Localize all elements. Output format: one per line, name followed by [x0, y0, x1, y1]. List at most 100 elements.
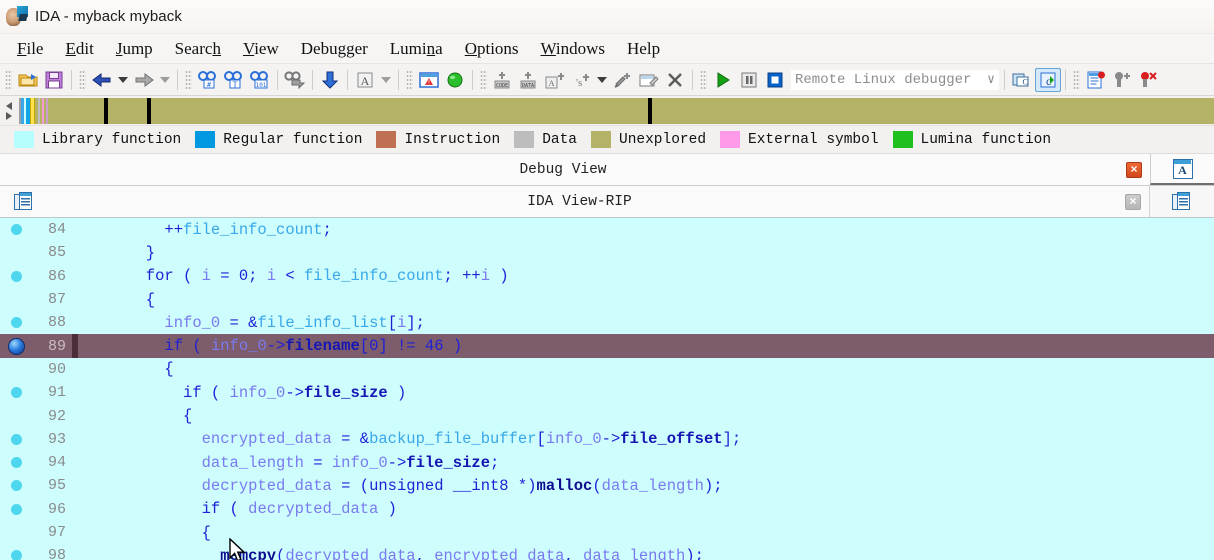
make-string-chevron-down-icon[interactable]: [594, 68, 610, 92]
code-text[interactable]: }: [78, 244, 155, 262]
code-token[interactable]: [90, 430, 202, 448]
code-token[interactable]: i: [202, 267, 211, 285]
code-token[interactable]: info_0: [230, 384, 286, 402]
toolbar-grip-search[interactable]: [185, 69, 192, 90]
code-token[interactable]: decrypted_data: [285, 547, 415, 560]
code-token[interactable]: if: [183, 384, 202, 402]
code-line[interactable]: 95 decrypted_data = (unsigned __int8 *)m…: [0, 474, 1214, 497]
code-token[interactable]: file_size: [406, 454, 490, 472]
code-gutter[interactable]: [0, 457, 32, 469]
jump-to-address-icon[interactable]: [317, 68, 343, 92]
jump-forward-icon[interactable]: [131, 68, 157, 92]
code-token[interactable]: ;: [490, 454, 499, 472]
code-token[interactable]: }: [90, 244, 155, 262]
code-token[interactable]: <: [276, 267, 304, 285]
nav-next-icon[interactable]: [6, 111, 12, 120]
make-data-icon[interactable]: DATA: [516, 68, 542, 92]
code-token[interactable]: ,: [564, 547, 583, 560]
code-line[interactable]: 88 info_0 = &file_info_list[i];: [0, 311, 1214, 334]
jump-back-history-chevron-down-icon[interactable]: [115, 68, 131, 92]
code-text[interactable]: ++file_info_count;: [78, 221, 332, 239]
code-token[interactable]: [: [388, 314, 397, 332]
code-text[interactable]: {: [78, 360, 173, 378]
watch-view-icon[interactable]: C: [1009, 68, 1035, 92]
code-gutter[interactable]: [0, 338, 32, 354]
toolbar-grip-graph[interactable]: [406, 69, 413, 90]
code-gutter[interactable]: [0, 480, 32, 492]
code-token[interactable]: [90, 477, 202, 495]
jump-back-icon[interactable]: [89, 68, 115, 92]
code-line[interactable]: 90 {: [0, 358, 1214, 381]
current-instruction-marker-icon[interactable]: [8, 338, 24, 354]
code-text[interactable]: encrypted_data = &backup_file_buffer[inf…: [78, 430, 742, 448]
code-token[interactable]: ];: [406, 314, 425, 332]
pseudocode-pane[interactable]: 84 ++file_info_count; 85 } 86 for ( i = 0;…: [0, 218, 1214, 560]
code-gutter[interactable]: [0, 224, 32, 236]
code-token[interactable]: filename: [285, 337, 359, 355]
delete-breakpoint-icon[interactable]: [1135, 68, 1161, 92]
code-line[interactable]: 89 if ( info_0->filename[0] != 46 ): [0, 334, 1214, 358]
add-breakpoint-icon[interactable]: [1109, 68, 1135, 92]
code-token[interactable]: [90, 384, 183, 402]
code-line[interactable]: 87 {: [0, 288, 1214, 311]
code-token[interactable]: 46: [425, 337, 444, 355]
code-token[interactable]: decrypted_data: [202, 477, 332, 495]
code-token[interactable]: info_0: [332, 454, 388, 472]
make-array-icon[interactable]: A: [542, 68, 568, 92]
debugger-select[interactable]: Remote Linux debugger ∨: [790, 68, 1000, 91]
code-token[interactable]: );: [704, 477, 723, 495]
code-token[interactable]: [: [360, 337, 369, 355]
code-token[interactable]: file_size: [304, 384, 388, 402]
code-token[interactable]: 0: [239, 267, 248, 285]
menu-debugger[interactable]: Debugger: [290, 36, 379, 62]
code-token[interactable]: ;: [248, 267, 267, 285]
code-token[interactable]: (: [592, 477, 601, 495]
code-token[interactable]: info_0: [211, 337, 267, 355]
code-token[interactable]: ->: [388, 454, 407, 472]
code-token[interactable]: *): [509, 477, 537, 495]
code-token[interactable]: file_info_count: [183, 221, 323, 239]
step-into-icon[interactable]: c: [1035, 67, 1061, 92]
code-token[interactable]: {: [90, 291, 155, 309]
code-text[interactable]: {: [78, 524, 211, 542]
start-process-icon[interactable]: [710, 68, 736, 92]
addressable-line-marker-icon[interactable]: [10, 270, 22, 282]
code-token[interactable]: for: [90, 267, 174, 285]
lumina-status-icon[interactable]: [442, 68, 468, 92]
code-token[interactable]: ] !=: [378, 337, 425, 355]
make-code-icon[interactable]: CODE: [490, 68, 516, 92]
toolbar-grip-edit[interactable]: [480, 69, 487, 90]
code-token[interactable]: file_offset: [620, 430, 722, 448]
code-token[interactable]: (: [276, 547, 285, 560]
code-token[interactable]: encrypted_data: [434, 547, 564, 560]
code-token[interactable]: backup_file_buffer: [369, 430, 536, 448]
code-text[interactable]: {: [78, 407, 192, 425]
code-token[interactable]: = (: [332, 477, 369, 495]
code-token[interactable]: ++: [90, 221, 183, 239]
code-text[interactable]: if ( info_0->filename[0] != 46 ): [78, 337, 462, 355]
search-hex-icon[interactable]: #: [195, 68, 221, 92]
toolbar-grip-bpt[interactable]: [1073, 69, 1080, 90]
navband-arrows[interactable]: [2, 101, 16, 120]
menu-search[interactable]: Search: [164, 36, 232, 62]
code-token[interactable]: {: [90, 524, 211, 542]
string-type-chevron-down-icon[interactable]: [378, 68, 394, 92]
search-immediate-icon[interactable]: 101: [247, 68, 273, 92]
code-token[interactable]: if: [164, 337, 183, 355]
menu-view[interactable]: View: [232, 36, 290, 62]
nav-prev-icon[interactable]: [6, 101, 12, 110]
code-token[interactable]: [90, 337, 164, 355]
code-token[interactable]: ): [490, 267, 508, 285]
addressable-line-marker-icon[interactable]: [10, 224, 22, 236]
code-token[interactable]: ; ++: [444, 267, 481, 285]
save-icon[interactable]: [41, 68, 67, 92]
code-token[interactable]: if: [202, 500, 221, 518]
toolbar-grip-nav[interactable]: [79, 69, 86, 90]
menu-file[interactable]: File: [6, 36, 54, 62]
code-token[interactable]: ;: [323, 221, 332, 239]
code-token[interactable]: file_info_list: [257, 314, 387, 332]
chevron-down-icon[interactable]: ∨: [979, 72, 995, 87]
tab-ascii-view[interactable]: A: [1150, 154, 1214, 185]
code-text[interactable]: {: [78, 291, 155, 309]
code-line[interactable]: 94 data_length = info_0->file_size;: [0, 451, 1214, 474]
